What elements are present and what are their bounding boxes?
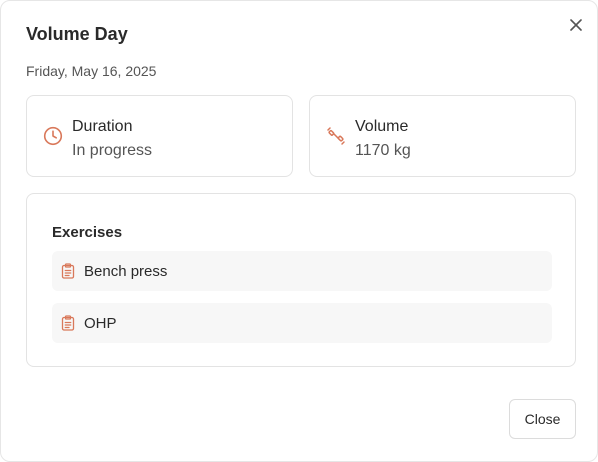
volume-label: Volume: [355, 118, 409, 135]
exercise-item[interactable]: OHP: [52, 303, 552, 343]
volume-card: Volume 1170 kg: [309, 95, 576, 177]
clipboard-icon: [61, 315, 75, 331]
close-button[interactable]: Close: [509, 399, 576, 439]
exercises-card: Exercises Bench press OHP: [26, 193, 576, 367]
close-icon[interactable]: [566, 15, 586, 35]
volume-value: 1170 kg: [355, 142, 411, 159]
workout-dialog: Volume Day Friday, May 16, 2025 Duration…: [0, 0, 598, 462]
duration-card: Duration In progress: [26, 95, 293, 177]
clipboard-icon: [61, 263, 75, 279]
duration-value: In progress: [72, 142, 153, 159]
dumbbell-icon: [327, 127, 345, 145]
exercises-heading: Exercises: [52, 224, 123, 241]
exercise-item[interactable]: Bench press: [52, 251, 552, 291]
exercise-label: Bench press: [84, 263, 168, 280]
duration-label: Duration: [72, 118, 133, 135]
workout-date: Friday, May 16, 2025: [26, 63, 157, 79]
clock-icon: [43, 126, 63, 146]
exercise-label: OHP: [84, 315, 117, 332]
dialog-title: Volume Day: [26, 24, 128, 44]
